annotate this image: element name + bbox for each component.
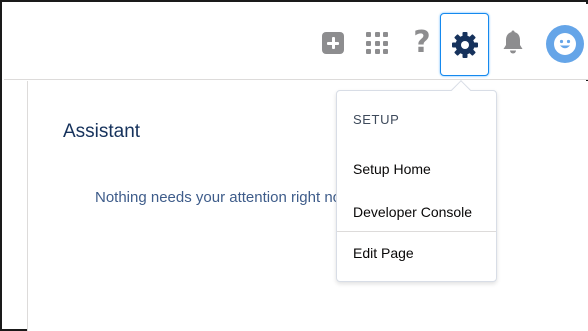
gear-icon [452,32,478,58]
assistant-card: Assistant Nothing needs your attention r… [27,81,588,331]
avatar-smiley-icon [554,33,576,55]
card-title: Assistant [63,121,141,142]
app-window: ? Assistant Nothing needs your attention… [0,0,588,331]
avatar[interactable] [546,25,584,63]
app-launcher-icon[interactable] [366,32,388,54]
menu-heading: SETUP [353,112,400,127]
menu-item-developer-console[interactable]: Developer Console [353,204,472,220]
menu-item-edit-page[interactable]: Edit Page [353,245,414,261]
help-icon[interactable]: ? [411,26,433,60]
global-header: ? [4,4,588,80]
setup-dropdown-menu: SETUP Setup Home Developer Console Edit … [336,90,497,282]
menu-item-setup-home[interactable]: Setup Home [353,161,431,177]
bell-icon[interactable] [501,30,525,56]
menu-divider [337,231,496,232]
add-icon[interactable] [322,32,344,54]
setup-gear-button[interactable] [440,13,489,76]
